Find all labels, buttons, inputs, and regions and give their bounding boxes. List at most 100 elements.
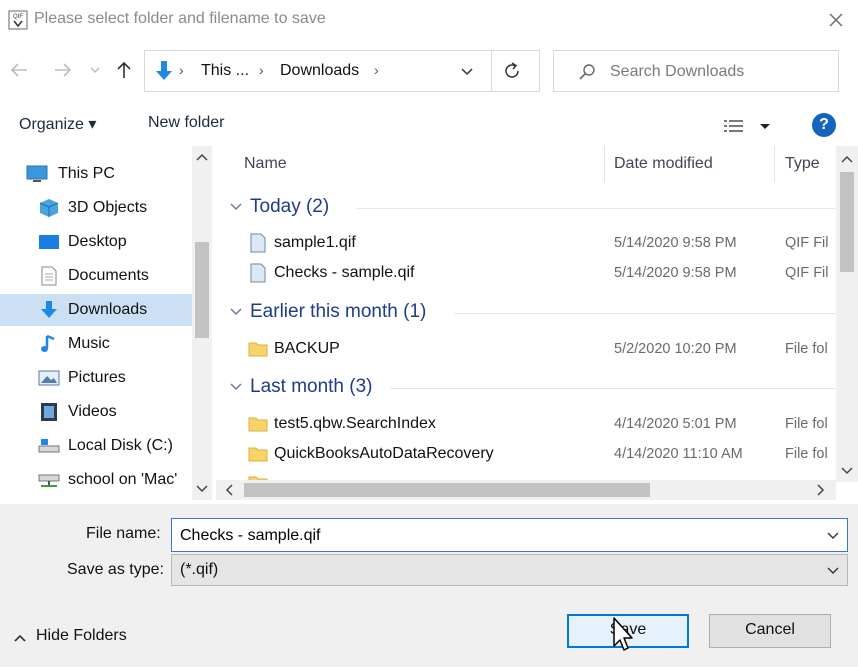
group-label: Earlier this month (1) — [250, 301, 427, 322]
close-button[interactable] — [824, 8, 848, 32]
up-button[interactable] — [112, 58, 136, 82]
download-arrow-icon — [156, 61, 172, 80]
chevron-up-icon[interactable] — [192, 148, 212, 166]
folder-icon — [248, 417, 268, 432]
breadcrumb-separator-icon: › — [179, 62, 184, 78]
computer-icon — [26, 165, 48, 182]
nav-item-label: Local Disk (C:) — [68, 437, 173, 454]
nav-scrollbar[interactable] — [192, 146, 212, 500]
nav-item-downloads[interactable]: Downloads — [0, 294, 192, 326]
chevron-down-icon — [827, 567, 839, 574]
column-divider[interactable] — [774, 146, 775, 182]
address-divider — [491, 51, 492, 91]
file-row[interactable]: QuickBooksAutoDataRecovery 4/14/2020 11:… — [216, 439, 836, 469]
file-date: 5/14/2020 9:58 PM — [614, 235, 737, 251]
file-type: File fol — [785, 341, 828, 357]
arrow-up-icon — [117, 61, 131, 78]
back-button[interactable] — [8, 58, 32, 82]
file-name-field[interactable] — [171, 518, 848, 552]
forward-button[interactable] — [50, 58, 74, 82]
file-date: 4/14/2020 11:10 AM — [614, 446, 743, 462]
file-name: sample1.qif — [274, 234, 356, 251]
chevron-up-icon[interactable] — [836, 150, 858, 168]
film-icon — [41, 403, 57, 421]
group-divider — [390, 388, 836, 389]
chevron-up-icon — [14, 634, 26, 642]
refresh-icon[interactable] — [500, 59, 524, 83]
group-header-today[interactable]: Today (2) — [226, 194, 836, 224]
horizontal-scroll-thumb[interactable] — [244, 483, 650, 497]
app-icon-label: QIF — [13, 14, 23, 20]
document-icon — [41, 266, 57, 286]
address-bar[interactable]: › This ... › Downloads › — [144, 50, 540, 92]
file-row-partial[interactable] — [216, 468, 836, 480]
nav-item-pictures[interactable]: Pictures — [0, 362, 192, 394]
file-list-vertical-scrollbar[interactable] — [836, 146, 858, 482]
file-row[interactable]: sample1.qif 5/14/2020 9:58 PM QIF Fil — [216, 228, 836, 258]
title-bar: QIF Please select folder and filename to… — [0, 0, 858, 40]
file-name-input[interactable] — [180, 525, 800, 547]
chevron-down-icon[interactable] — [192, 480, 212, 498]
breadcrumb-downloads[interactable]: Downloads — [280, 62, 359, 80]
nav-item-network-drive[interactable]: school on 'Mac' — [0, 464, 192, 496]
nav-item-videos[interactable]: Videos — [0, 396, 192, 428]
breadcrumb-separator-icon: › — [374, 62, 379, 78]
chevron-right-icon[interactable] — [810, 481, 830, 499]
search-input[interactable] — [610, 61, 830, 83]
nav-item-desktop[interactable]: Desktop — [0, 226, 192, 258]
file-name: Checks - sample.qif — [274, 264, 415, 281]
new-folder-button[interactable]: New folder — [148, 114, 224, 132]
chevron-down-icon[interactable] — [825, 528, 841, 544]
cancel-button[interactable]: Cancel — [709, 614, 831, 648]
recent-locations-button[interactable] — [86, 58, 104, 82]
nav-item-this-pc[interactable]: This PC — [0, 158, 192, 190]
column-header-date[interactable]: Date modified — [614, 146, 713, 182]
mouse-pointer-icon — [613, 617, 633, 651]
hide-folders-label: Hide Folders — [36, 627, 127, 644]
save-type-select[interactable]: (*.qif) — [171, 554, 848, 586]
hide-folders-button[interactable]: Hide Folders — [10, 626, 140, 650]
vertical-scroll-thumb[interactable] — [840, 172, 854, 272]
details-view-icon — [724, 120, 770, 132]
file-name: QuickBooksAutoDataRecovery — [274, 445, 494, 462]
file-list-horizontal-scrollbar[interactable] — [216, 480, 836, 500]
organize-button[interactable]: Organize ▾ — [19, 114, 96, 134]
file-type: File fol — [785, 446, 828, 462]
group-label: Today (2) — [250, 196, 330, 217]
help-button[interactable]: ? — [812, 113, 836, 137]
file-name: test5.qbw.SearchIndex — [274, 415, 436, 432]
search-box[interactable] — [553, 50, 839, 92]
file-row[interactable]: Checks - sample.qif 5/14/2020 9:58 PM QI… — [216, 258, 836, 288]
nav-item-label: school on 'Mac' — [68, 471, 178, 488]
nav-scroll-thumb[interactable] — [195, 242, 209, 338]
arrow-left-icon — [10, 63, 27, 77]
nav-item-documents[interactable]: Documents — [0, 260, 192, 292]
nav-item-label: 3D Objects — [68, 199, 148, 216]
nav-item-label: Desktop — [68, 233, 127, 250]
nav-item-label: Music — [68, 335, 110, 352]
file-type: QIF Fil — [785, 265, 829, 281]
breadcrumb-this-pc[interactable]: This ... — [201, 62, 249, 80]
group-header-earlier-this-month[interactable]: Earlier this month (1) — [226, 299, 836, 329]
nav-item-3d-objects[interactable]: 3D Objects — [0, 192, 192, 224]
column-divider[interactable] — [604, 146, 605, 182]
column-header-name[interactable]: Name — [244, 146, 287, 182]
chevron-left-icon[interactable] — [220, 481, 240, 499]
folder-icon — [248, 342, 268, 357]
nav-item-label: Pictures — [68, 369, 126, 386]
file-row[interactable]: BACKUP 5/2/2020 10:20 PM File fol — [216, 334, 836, 364]
desktop-icon — [39, 235, 59, 249]
command-bar: Organize ▾ New folder ? — [0, 104, 858, 144]
nav-item-label: Documents — [68, 267, 149, 284]
file-type: QIF Fil — [785, 235, 829, 251]
column-header-type[interactable]: Type — [785, 146, 820, 182]
save-options-panel: File name: Save as type: (*.qif) Hide Fo… — [0, 504, 858, 667]
nav-item-music[interactable]: Music — [0, 328, 192, 360]
chevron-down-icon[interactable] — [836, 462, 858, 480]
file-row[interactable]: test5.qbw.SearchIndex 4/14/2020 5:01 PM … — [216, 409, 836, 439]
group-header-last-month[interactable]: Last month (3) — [226, 374, 836, 404]
nav-item-local-disk[interactable]: Local Disk (C:) — [0, 430, 192, 462]
chevron-down-icon[interactable] — [457, 61, 477, 81]
navigation-pane: This PC 3D Objects Desktop Documents Dow… — [0, 146, 212, 500]
change-view-button[interactable] — [720, 114, 778, 138]
